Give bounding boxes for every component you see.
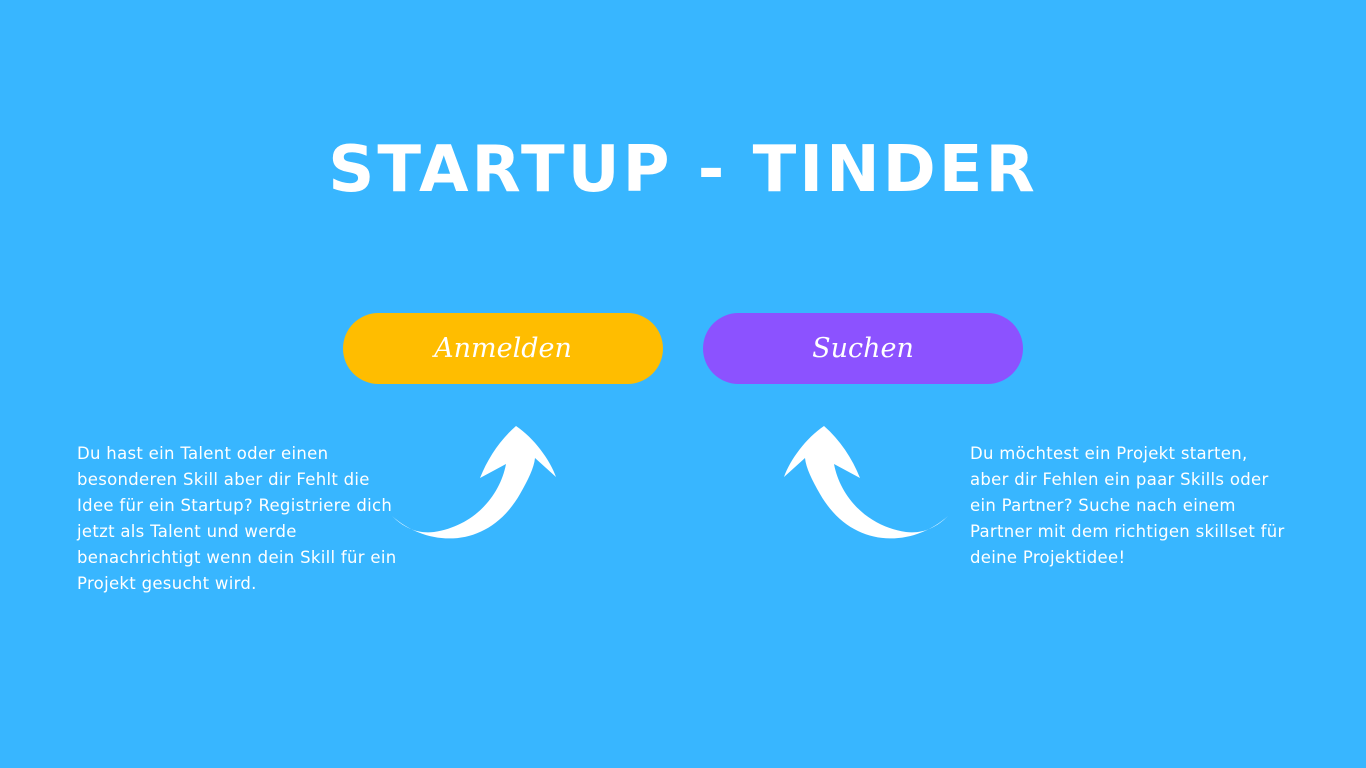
suchen-button-label: Suchen [812, 333, 914, 364]
anmelden-button-label: Anmelden [434, 333, 572, 364]
founder-description: Du möchtest ein Projekt starten, aber di… [970, 444, 1285, 567]
curved-arrow-up-left-icon [784, 426, 948, 539]
curved-arrow-up-right-icon [392, 426, 556, 539]
suchen-button[interactable]: Suchen [703, 313, 1023, 384]
page-title: STARTUP - TINDER [328, 132, 1038, 207]
anmelden-button[interactable]: Anmelden [343, 313, 663, 384]
talent-description: Du hast ein Talent oder einen besonderen… [77, 444, 397, 593]
